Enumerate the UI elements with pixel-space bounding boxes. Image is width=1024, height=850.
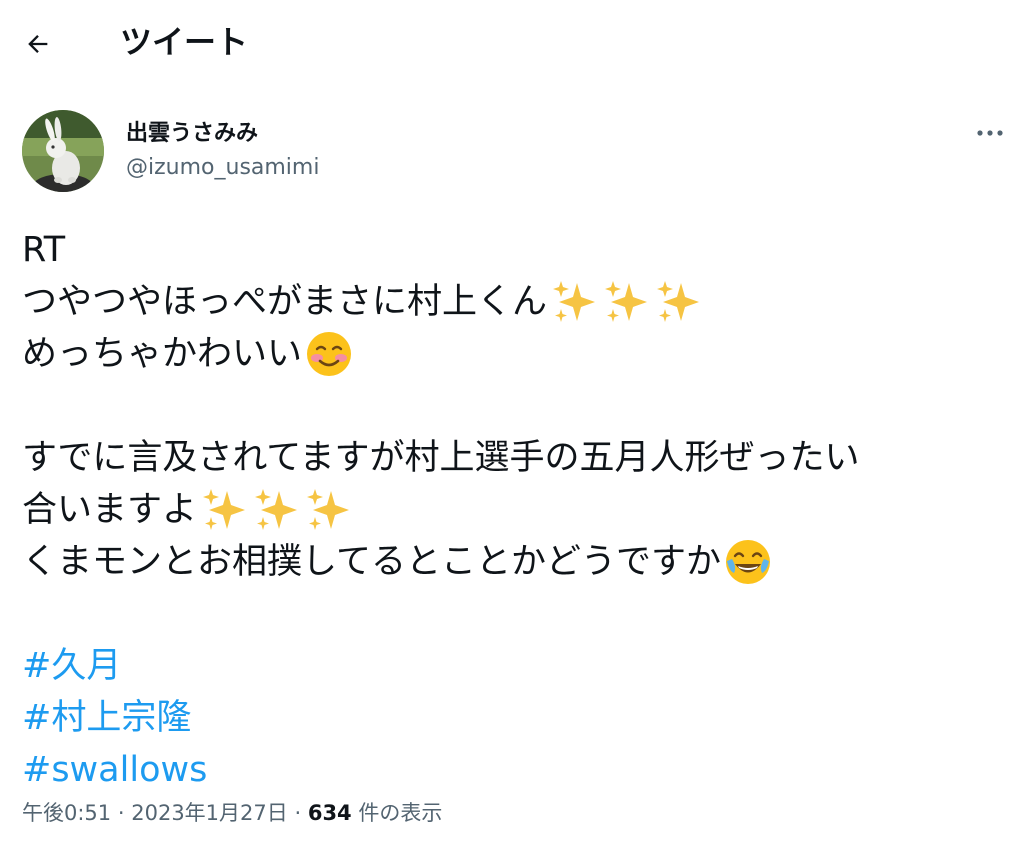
tweet-line: 合いますよ [22, 484, 1012, 536]
arrow-left-icon [28, 35, 48, 53]
face-with-tears-of-joy-icon [723, 537, 773, 587]
meta-separator: · [117, 801, 125, 825]
hashtag-line: #村上宗隆 [22, 692, 1012, 744]
views-count: 634 [307, 801, 352, 825]
tweet-author: 出雲うさみみ @izumo_usamimi [22, 110, 1003, 194]
tweet-body: RT つやつやほっぺがまさに村上くん めっちゃかわいい すでに言及されてますが村… [22, 224, 1012, 796]
display-name[interactable]: 出雲うさみみ [126, 120, 258, 148]
sparkles-icon [303, 485, 353, 535]
meta-separator: · [294, 801, 302, 825]
tweet-line: すでに言及されてますが村上選手の五月人形ぜったい [22, 432, 1012, 484]
tweet-text-segment: すでに言及されてますが村上選手の五月人形ぜったい [22, 438, 860, 478]
tweet-text-segment: RT [22, 230, 66, 270]
avatar[interactable] [22, 110, 104, 192]
sparkles-icon [601, 277, 651, 327]
tweet-time[interactable]: 午後0:51 [22, 801, 111, 825]
user-handle[interactable]: @izumo_usamimi [126, 154, 319, 182]
tweet-line: RT [22, 224, 1012, 276]
sparkles-icon [199, 485, 249, 535]
sparkles-icon [549, 277, 599, 327]
hashtag-link[interactable]: #swallows [22, 744, 207, 796]
smiling-face-with-blush-icon [304, 329, 354, 379]
tweet-line: くまモンとお相撲してるとことかどうですか [22, 536, 1012, 588]
tweet-text-segment: つやつやほっぺがまさに村上くん [22, 282, 548, 322]
tweet-date[interactable]: 2023年1月27日 [131, 801, 288, 825]
sparkles-icon [251, 485, 301, 535]
more-options-button[interactable] [970, 118, 1010, 148]
hashtag-line: #久月 [22, 640, 1012, 692]
tweet-line: めっちゃかわいい [22, 328, 1012, 380]
hashtag-link[interactable]: #村上宗隆 [22, 692, 191, 744]
more-horizontal-icon [977, 130, 1003, 136]
hashtag-link[interactable]: #久月 [22, 640, 121, 692]
page-title: ツイート [120, 23, 249, 61]
tweet-meta: 午後0:51 · 2023年1月27日 · 634 件の表示 [22, 798, 442, 828]
tweet-text-segment: くまモンとお相撲してるとことかどうですか [22, 542, 721, 582]
sparkles-icon [653, 277, 703, 327]
views-label: 件の表示 [358, 801, 443, 825]
hashtag-line: #swallows [22, 744, 1012, 796]
tweet-header: ツイート [0, 0, 1024, 88]
back-button[interactable] [18, 24, 58, 64]
tweet-text-segment: 合いますよ [22, 490, 198, 530]
tweet-line: つやつやほっぺがまさに村上くん [22, 276, 1012, 328]
tweet-text-segment: めっちゃかわいい [22, 334, 303, 374]
